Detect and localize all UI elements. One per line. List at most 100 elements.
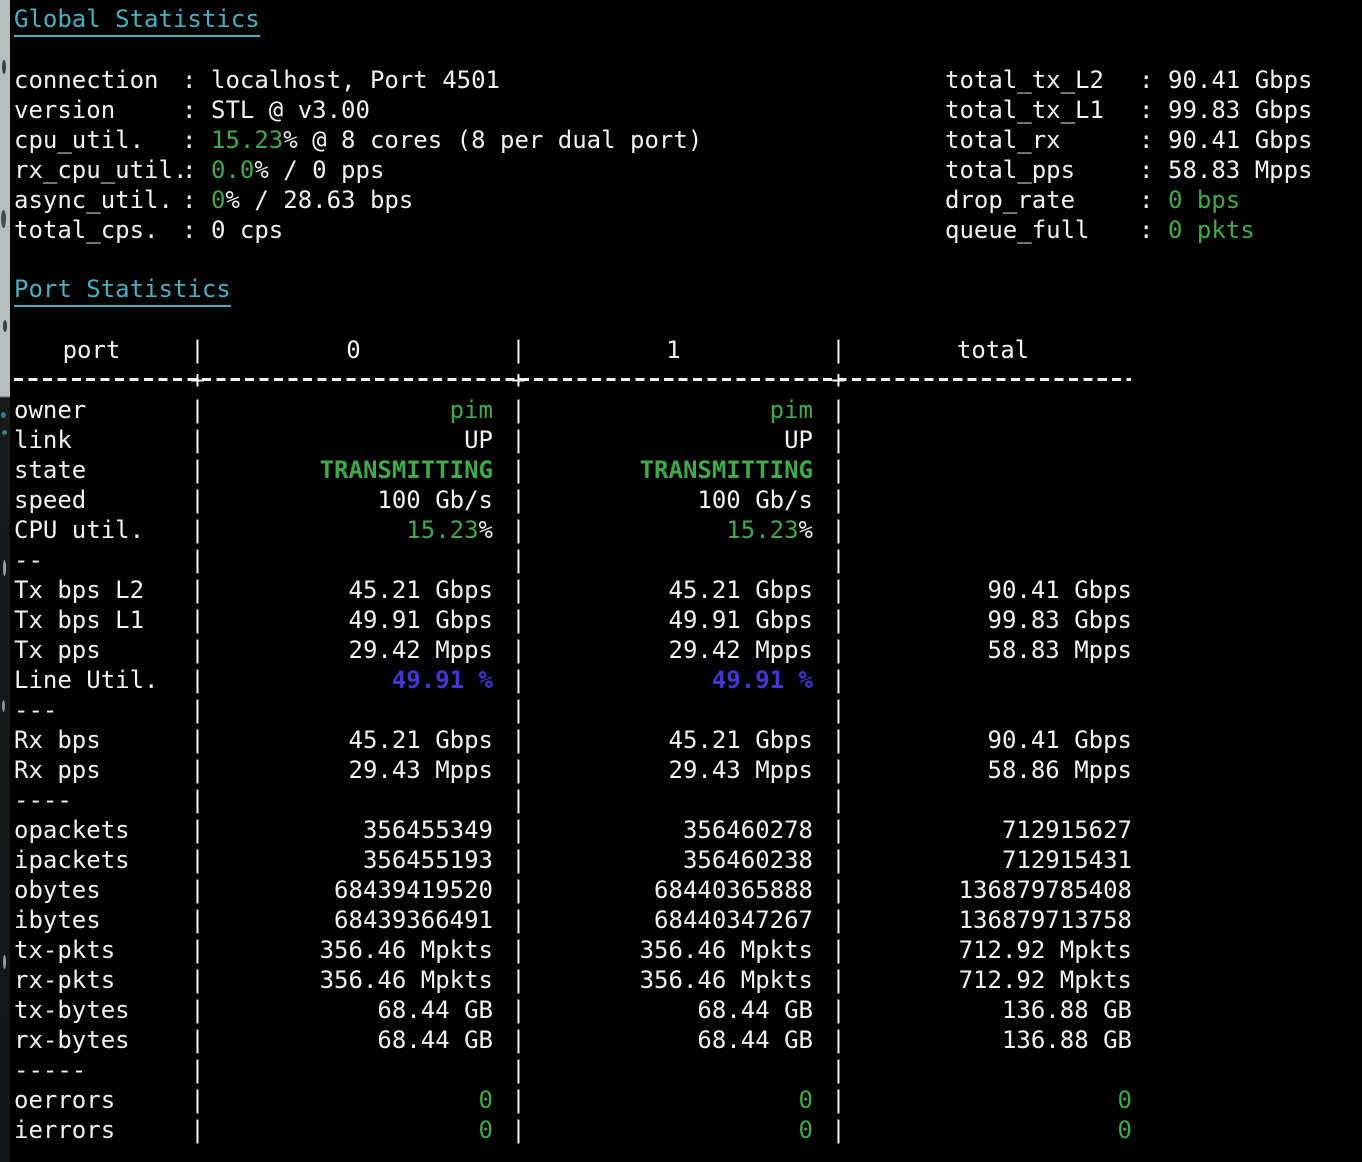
table-cell: 136879713758 [854, 905, 1132, 935]
global-stat-row: total_tx_L1:99.83 Gbps [945, 95, 1313, 125]
stat-label: cpu_util. [14, 125, 182, 155]
text-segment: 712915431 [1002, 846, 1132, 874]
stat-value: 0 pkts [1168, 215, 1255, 245]
stat-separator: : [1139, 155, 1168, 185]
text-segment: 45.21 Gbps [349, 726, 494, 754]
table-row: ----||| [14, 785, 1174, 815]
text-segment: 58.83 Mpps [988, 636, 1133, 664]
text-segment: STL @ v3.00 [211, 96, 370, 124]
table-cell: 68439419520 [214, 875, 493, 905]
table-cell: 45.21 Gbps [214, 575, 493, 605]
column-pipe: | [511, 755, 526, 785]
stat-label: version [14, 95, 182, 125]
table-cell: 712.92 Mpkts [854, 965, 1132, 995]
column-pipe: | [511, 785, 526, 815]
stat-value: 0 bps [1168, 185, 1240, 215]
column-pipe: | [831, 755, 846, 785]
column-pipe: | [190, 575, 205, 605]
text-segment: 29.42 Mpps [349, 636, 494, 664]
column-pipe: | [511, 605, 526, 635]
column-pipe: | [831, 545, 846, 575]
text-segment: 29.42 Mpps [669, 636, 814, 664]
table-cell: 356.46 Mpkts [534, 935, 813, 965]
text-segment: % / 28.63 bps [225, 186, 413, 214]
text-segment: 99.83 Gbps [1168, 96, 1313, 124]
table-cell: 356460278 [534, 815, 813, 845]
column-pipe: | [511, 515, 526, 545]
row-label: -- [14, 545, 43, 575]
table-cell: 712915627 [854, 815, 1132, 845]
edge-smudge [2, 430, 7, 435]
text-segment: 136879713758 [959, 906, 1132, 934]
column-pipe: | [831, 965, 846, 995]
table-cell: 49.91 % [214, 665, 493, 695]
column-pipe: | [511, 485, 526, 515]
stat-label: total_tx_L1 [945, 95, 1139, 125]
column-pipe: | [190, 845, 205, 875]
table-cell: 356455349 [214, 815, 493, 845]
table-cell: 68439366491 [214, 905, 493, 935]
port-statistics-title: Port Statistics [14, 274, 231, 307]
column-pipe: | [831, 935, 846, 965]
row-label: Rx bps [14, 725, 101, 755]
row-label: link [14, 425, 72, 455]
text-segment: % [799, 516, 813, 544]
table-cell: 356460238 [534, 845, 813, 875]
table-cell: 136.88 GB [854, 1025, 1132, 1055]
table-cell: 90.41 Gbps [854, 725, 1132, 755]
text-segment: 15.23 [211, 126, 283, 154]
row-label: ---- [14, 785, 72, 815]
column-pipe: | [831, 1055, 846, 1085]
stat-separator: : [182, 215, 211, 245]
table-row: tx-pkts|||356.46 Mpkts356.46 Mpkts712.92… [14, 935, 1174, 965]
table-row: -- | | | [14, 545, 1174, 575]
text-segment: 712.92 Mpkts [959, 936, 1132, 964]
table-row: Tx bps L1|||49.91 Gbps49.91 Gbps99.83 Gb… [14, 605, 1174, 635]
stat-value: 0 cps [211, 215, 283, 245]
stat-separator: : [182, 155, 211, 185]
table-cell: 15.23% [214, 515, 493, 545]
text-segment: 0 [479, 1116, 493, 1144]
row-label: obytes [14, 875, 101, 905]
column-pipe: | [511, 845, 526, 875]
column-pipe: | [511, 665, 526, 695]
text-segment: 136.88 GB [1002, 1026, 1132, 1054]
column-pipe: | [190, 425, 205, 455]
column-pipe: | [511, 935, 526, 965]
column-pipe: | [831, 1085, 846, 1115]
column-pipe: | [511, 545, 526, 575]
column-pipe: | [190, 1055, 205, 1085]
stat-separator: : [1139, 215, 1168, 245]
stat-separator: : [1139, 125, 1168, 155]
text-segment: 45.21 Gbps [669, 726, 814, 754]
table-row: link|||UPUP [14, 425, 1174, 455]
column-pipe: | [511, 695, 526, 725]
table-row: rx-bytes|||68.44 GB68.44 GB136.88 GB [14, 1025, 1174, 1055]
stat-separator: : [1139, 95, 1168, 125]
table-cell: TRANSMITTING [214, 455, 493, 485]
table-row: tx-bytes|||68.44 GB68.44 GB136.88 GB [14, 995, 1174, 1025]
stat-label: async_util. [14, 185, 182, 215]
column-pipe: | [511, 995, 526, 1025]
table-separator-row: +++ [14, 365, 1174, 395]
table-row: Rx bps|||45.21 Gbps45.21 Gbps90.41 Gbps [14, 725, 1174, 755]
table-cell: 29.43 Mpps [214, 755, 493, 785]
table-cell: 68.44 GB [534, 1025, 813, 1055]
global-stats-left-column: connection:localhost, Port 4501version:S… [14, 65, 702, 245]
stat-separator: : [182, 95, 211, 125]
stat-separator: : [1139, 185, 1168, 215]
column-pipe: | [831, 485, 846, 515]
column-pipe: | [190, 545, 205, 575]
text-segment: 49.91 Gbps [669, 606, 814, 634]
terminal-screen[interactable]: Global Statistics connection:localhost, … [0, 0, 1362, 1162]
column-pipe: | [190, 665, 205, 695]
column-pipe: | [831, 995, 846, 1025]
text-segment: 356460238 [683, 846, 813, 874]
column-pipe: | [831, 905, 846, 935]
column-pipe: | [190, 935, 205, 965]
text-segment: 0 cps [211, 216, 283, 244]
text-segment: 0 pkts [1168, 216, 1255, 244]
table-cell: 29.42 Mpps [534, 635, 813, 665]
row-label: speed [14, 485, 86, 515]
edge-smudge [2, 60, 6, 74]
